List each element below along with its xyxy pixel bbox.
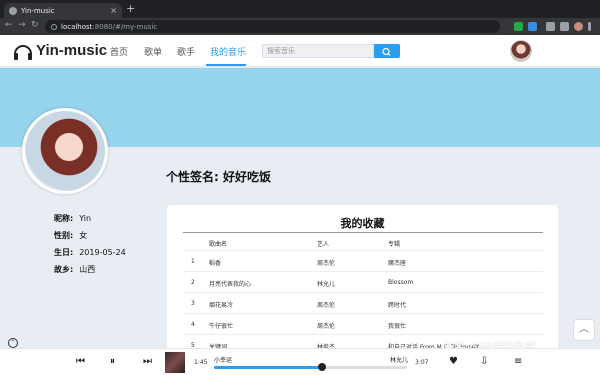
playlist-icon[interactable]: ≡ [514, 356, 522, 367]
table-row[interactable]: 2 月亮代表我的心 林允儿 Blossom [183, 271, 543, 292]
previous-icon[interactable]: ⏮ [76, 356, 85, 367]
tab-title: Yin-music [21, 6, 55, 15]
download-icon[interactable]: ⇩ [480, 356, 488, 367]
signature-value: 好好吃饭 [222, 170, 271, 184]
back-to-top-button[interactable]: ︿ [573, 319, 595, 341]
user-avatar[interactable] [510, 40, 532, 62]
row-index: 2 [191, 279, 195, 286]
row-album: 跨时代 [388, 302, 407, 309]
row-index: 1 [191, 258, 195, 265]
column-header-song: 歌曲名 [209, 241, 228, 248]
row-artist: 周杰伦 [317, 302, 336, 309]
row-song: 烟花易冷 [209, 302, 234, 309]
collection-title: 我的收藏 [340, 217, 385, 230]
extension-v-icon[interactable] [528, 22, 537, 31]
collapse-player-icon[interactable]: ⌃ [8, 338, 18, 348]
search-input[interactable]: 搜索音乐 [262, 44, 374, 58]
nav-playlists[interactable]: 歌单 [144, 45, 162, 58]
extension-list-icon[interactable] [546, 22, 555, 31]
info-value: 女 [79, 231, 88, 240]
info-value: 2019-05-24 [79, 248, 126, 257]
progress-slider[interactable] [214, 363, 407, 371]
row-album: 魔杰座 [388, 260, 407, 267]
info-value: 山西 [79, 265, 96, 274]
row-index: 4 [191, 321, 195, 328]
now-playing-song: 小幸运 [214, 357, 233, 364]
signature: 个性签名: 好好吃饭 [166, 168, 271, 185]
info-key: 昵称: [54, 214, 74, 223]
info-nickname: 昵称: Yin [54, 213, 91, 224]
info-key: 生日: [54, 248, 74, 257]
favicon-icon [9, 6, 17, 15]
info-gender: 性别: 女 [54, 230, 87, 241]
profile-avatar[interactable] [22, 108, 108, 194]
now-playing-artist: 林允儿 [390, 357, 409, 364]
collection-card: 我的收藏 歌曲名 艺人 专辑 1 稻香 周杰伦 魔杰座 2 月亮代表我的心 林允… [167, 205, 558, 355]
table-row[interactable]: 1 稻香 周杰伦 魔杰座 [183, 250, 543, 271]
forward-icon[interactable]: → [18, 20, 26, 30]
back-icon[interactable]: ← [5, 20, 13, 30]
nav-my-music[interactable]: 我的音乐 [210, 45, 246, 58]
column-header-album: 专辑 [388, 241, 401, 248]
info-hometown: 故乡: 山西 [54, 264, 95, 275]
row-index: 3 [191, 300, 195, 307]
nav-home[interactable]: 首页 [110, 45, 128, 58]
info-key: 故乡: [54, 265, 74, 274]
menu-icon[interactable] [588, 22, 591, 31]
brand-name: Yin-music [36, 42, 108, 59]
url-path: :8080/#/my-music [92, 22, 158, 31]
pause-icon[interactable]: ⏸ [110, 356, 115, 367]
table-row[interactable]: 4 牛仔很忙 周杰伦 我很忙 [183, 313, 543, 334]
reload-icon[interactable]: ↻ [31, 20, 39, 30]
progress-fill [214, 366, 323, 369]
music-player-bar: ⏮ ⏸ ⏭ 1:45 小幸运 林允儿 3:07 ♥ ⇩ ≡ [0, 348, 600, 375]
search-icon [382, 47, 391, 56]
row-artist: 林允儿 [317, 281, 336, 288]
divider [183, 232, 543, 233]
total-time: 3:07 [415, 359, 429, 366]
row-song: 月亮代表我的心 [209, 281, 252, 288]
extension-shield-icon[interactable] [514, 22, 523, 31]
current-time: 1:45 [194, 359, 208, 366]
info-key: 性别: [54, 231, 74, 240]
nav-singers[interactable]: 歌手 [177, 45, 195, 58]
address-bar: ← → ↻ localhost:8080/#/my-music [0, 18, 600, 35]
row-artist: 周杰伦 [317, 323, 336, 330]
next-icon[interactable]: ⏭ [143, 356, 152, 367]
extension-puzzle-icon[interactable] [560, 22, 569, 31]
column-header-artist: 艺人 [317, 241, 330, 248]
active-nav-indicator [206, 64, 246, 66]
row-song: 牛仔很忙 [209, 323, 234, 330]
progress-handle[interactable] [318, 363, 327, 371]
browser-tab-bar: Yin-music × + [0, 0, 600, 18]
album-cover[interactable] [165, 352, 185, 373]
search-button[interactable] [374, 44, 400, 58]
new-tab-button[interactable]: + [126, 2, 135, 15]
row-artist: 周杰伦 [317, 260, 336, 267]
headphones-logo-icon [14, 45, 32, 60]
info-value: Yin [79, 214, 92, 223]
info-icon [51, 23, 57, 30]
url-host: localhost [61, 22, 93, 31]
tab-close-icon[interactable]: × [110, 6, 117, 15]
row-album: Blossom [388, 279, 414, 286]
row-song: 稻香 [209, 260, 222, 267]
info-birthday: 生日: 2019-05-24 [54, 247, 126, 258]
browser-tab[interactable]: Yin-music × [4, 3, 122, 18]
signature-label: 个性签名: [166, 170, 223, 184]
heart-icon[interactable]: ♥ [449, 356, 458, 367]
row-album: 我很忙 [388, 323, 407, 330]
url-field[interactable]: localhost:8080/#/my-music [45, 20, 500, 33]
table-row[interactable]: 3 烟花易冷 周杰伦 跨时代 [183, 292, 543, 313]
profile-icon[interactable] [574, 22, 583, 31]
